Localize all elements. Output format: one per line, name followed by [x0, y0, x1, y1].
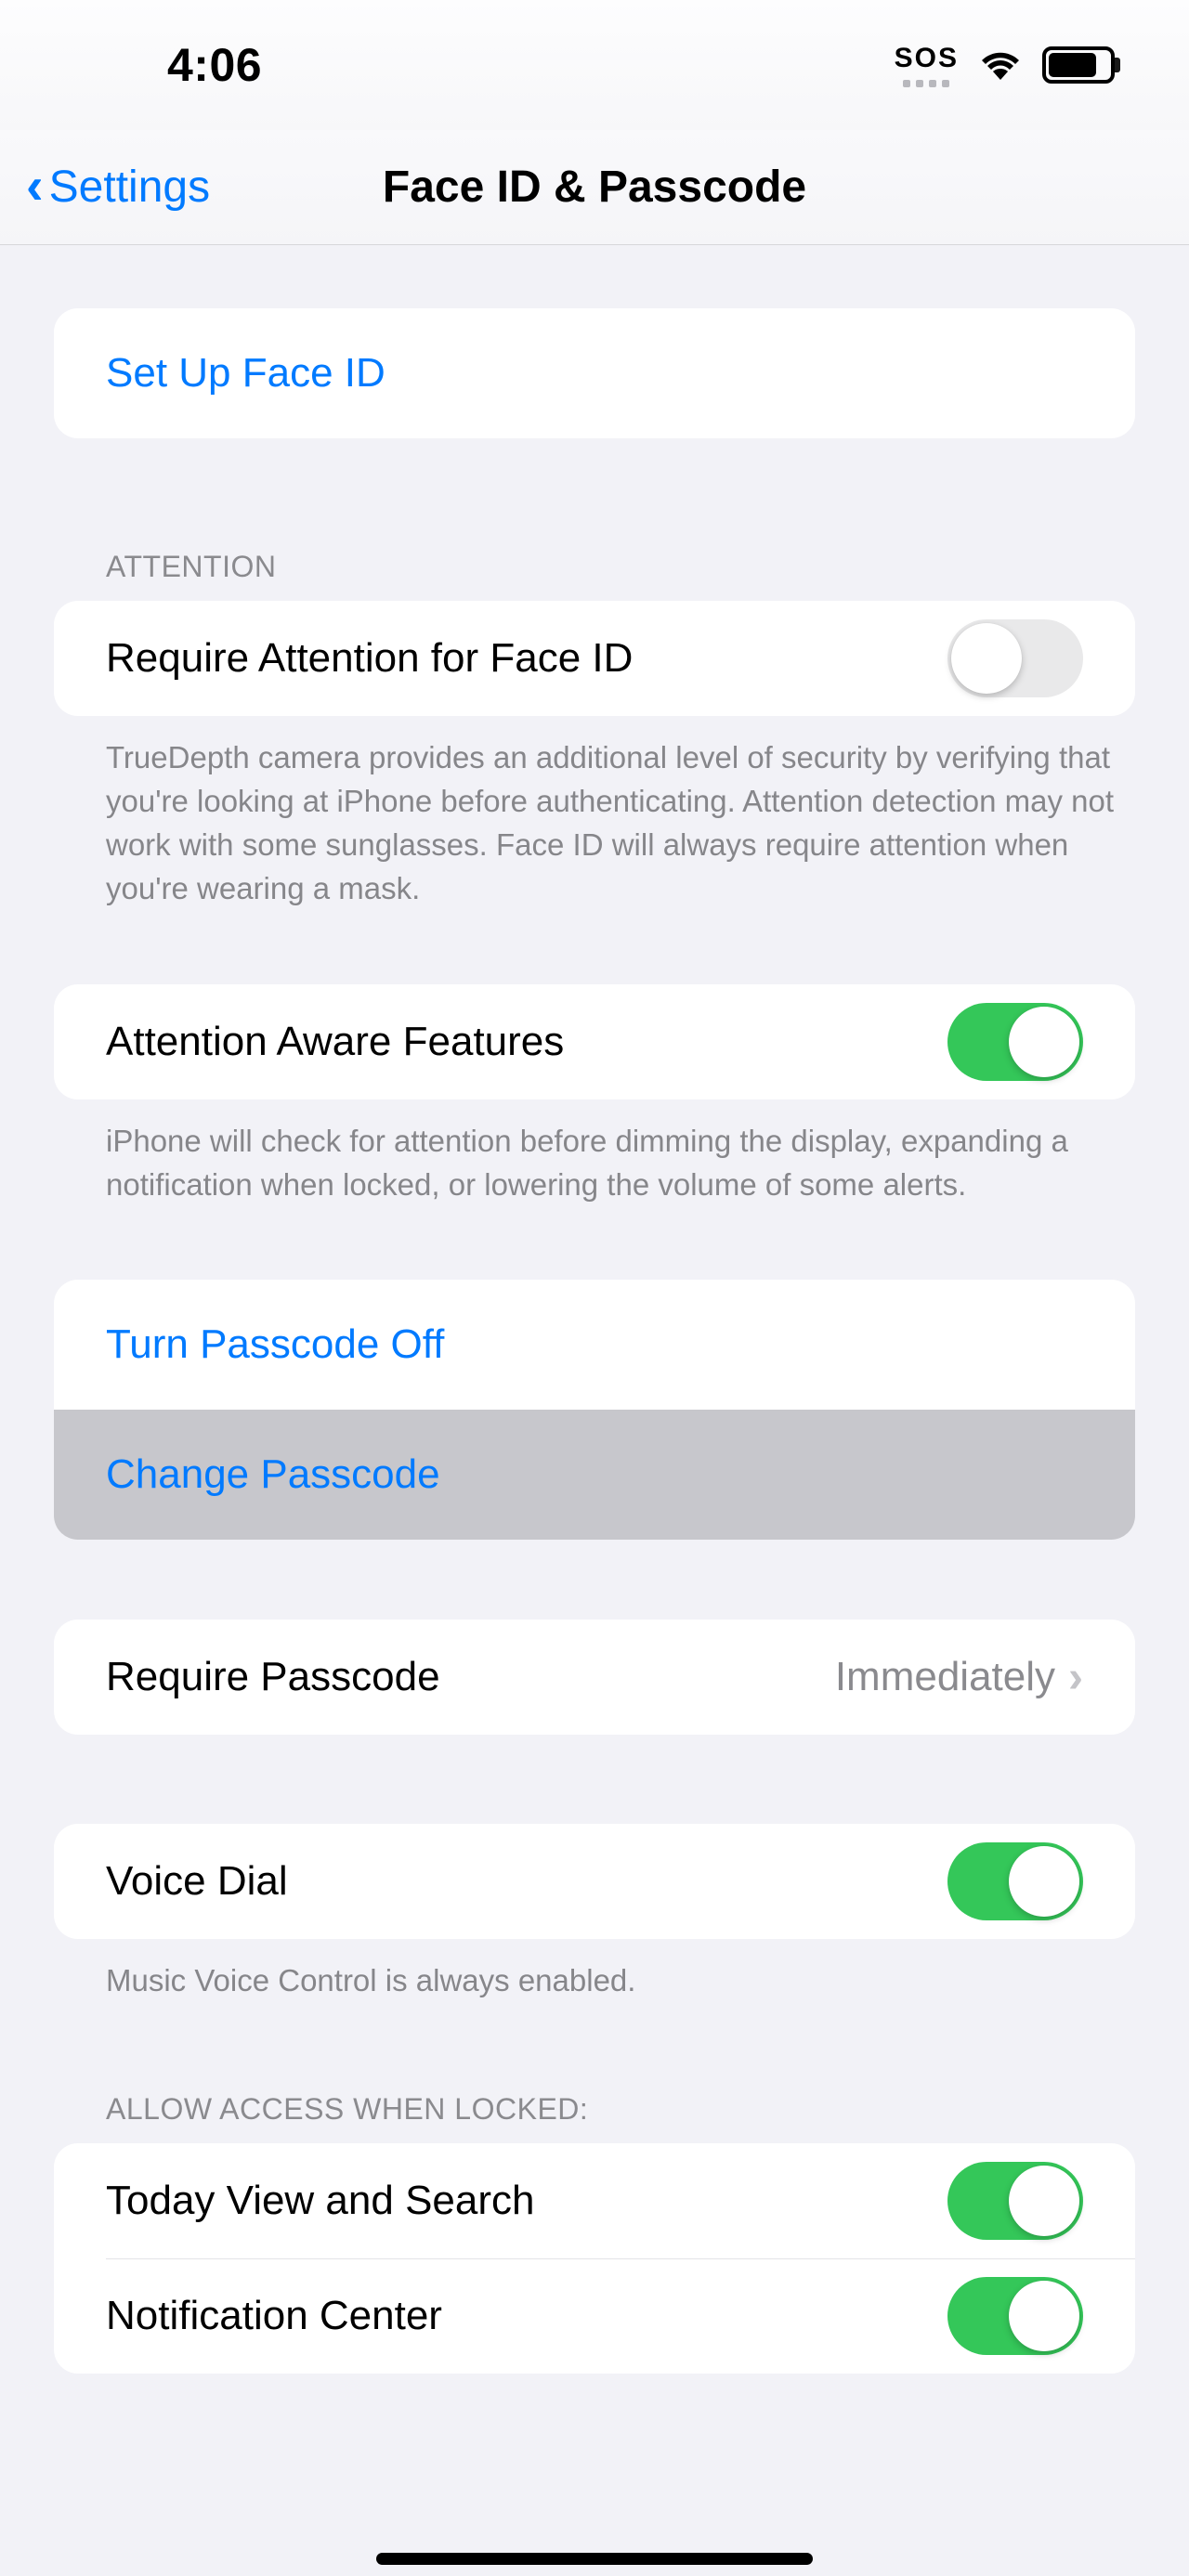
require-attention-footer: TrueDepth camera provides an additional … [54, 716, 1135, 910]
status-bar: 4:06 SOS [0, 0, 1189, 130]
attention-aware-label: Attention Aware Features [106, 1019, 947, 1065]
allow-access-notification-label: Notification Center [106, 2293, 947, 2339]
attention-aware-toggle[interactable] [947, 1003, 1083, 1081]
require-passcode-label: Require Passcode [106, 1654, 835, 1700]
nav-bar: ‹ Settings Face ID & Passcode [0, 130, 1189, 245]
allow-access-notification-toggle[interactable] [947, 2277, 1083, 2355]
chevron-left-icon: ‹ [26, 160, 44, 212]
allow-access-today-label: Today View and Search [106, 2178, 947, 2224]
voice-dial-toggle[interactable] [947, 1842, 1083, 1920]
home-indicator [376, 2553, 813, 2565]
group-setup: Set Up Face ID [54, 308, 1135, 438]
wifi-icon [979, 49, 1022, 81]
change-passcode-label: Change Passcode [106, 1451, 1083, 1498]
chevron-right-icon: › [1068, 1652, 1083, 1703]
setup-face-id-label: Set Up Face ID [106, 350, 1083, 397]
allow-access-today-toggle[interactable] [947, 2162, 1083, 2240]
turn-passcode-off-row[interactable]: Turn Passcode Off [54, 1280, 1135, 1410]
change-passcode-row[interactable]: Change Passcode [54, 1410, 1135, 1540]
status-time: 4:06 [167, 38, 262, 92]
group-voice-dial: Voice Dial [54, 1824, 1135, 1939]
turn-passcode-off-label: Turn Passcode Off [106, 1321, 1083, 1368]
group-require-passcode: Require Passcode Immediately › [54, 1620, 1135, 1735]
content: Set Up Face ID ATTENTION Require Attenti… [0, 245, 1189, 2429]
settings-screen: 4:06 SOS ‹ Settings [0, 0, 1189, 2576]
cellular-dots-icon [903, 80, 949, 87]
attention-aware-footer: iPhone will check for attention before d… [54, 1099, 1135, 1207]
require-attention-row[interactable]: Require Attention for Face ID [54, 601, 1135, 716]
require-passcode-value: Immediately [835, 1654, 1055, 1700]
require-passcode-row[interactable]: Require Passcode Immediately › [54, 1620, 1135, 1735]
group-allow-access: Today View and Search Notification Cente… [54, 2143, 1135, 2374]
allow-access-today-row[interactable]: Today View and Search [54, 2143, 1135, 2258]
attention-aware-row[interactable]: Attention Aware Features [54, 984, 1135, 1099]
back-label: Settings [49, 162, 210, 213]
group-attention-aware: Attention Aware Features [54, 984, 1135, 1099]
require-attention-toggle[interactable] [947, 619, 1083, 697]
voice-dial-footer: Music Voice Control is always enabled. [54, 1939, 1135, 2003]
page-title: Face ID & Passcode [383, 162, 806, 213]
section-header-allow-access: ALLOW ACCESS WHEN LOCKED: [54, 2092, 1135, 2143]
section-header-attention: ATTENTION [54, 550, 1135, 601]
battery-icon [1042, 46, 1115, 84]
sos-text: SOS [895, 43, 959, 74]
sos-indicator: SOS [895, 43, 959, 87]
back-button[interactable]: ‹ Settings [26, 130, 210, 244]
group-passcode-actions: Turn Passcode Off Change Passcode [54, 1280, 1135, 1540]
allow-access-notification-row[interactable]: Notification Center [54, 2258, 1135, 2374]
group-require-attention: Require Attention for Face ID [54, 601, 1135, 716]
voice-dial-label: Voice Dial [106, 1858, 947, 1905]
status-right: SOS [895, 43, 1115, 87]
setup-face-id-row[interactable]: Set Up Face ID [54, 308, 1135, 438]
voice-dial-row[interactable]: Voice Dial [54, 1824, 1135, 1939]
require-attention-label: Require Attention for Face ID [106, 635, 947, 682]
battery-fill [1049, 53, 1096, 77]
